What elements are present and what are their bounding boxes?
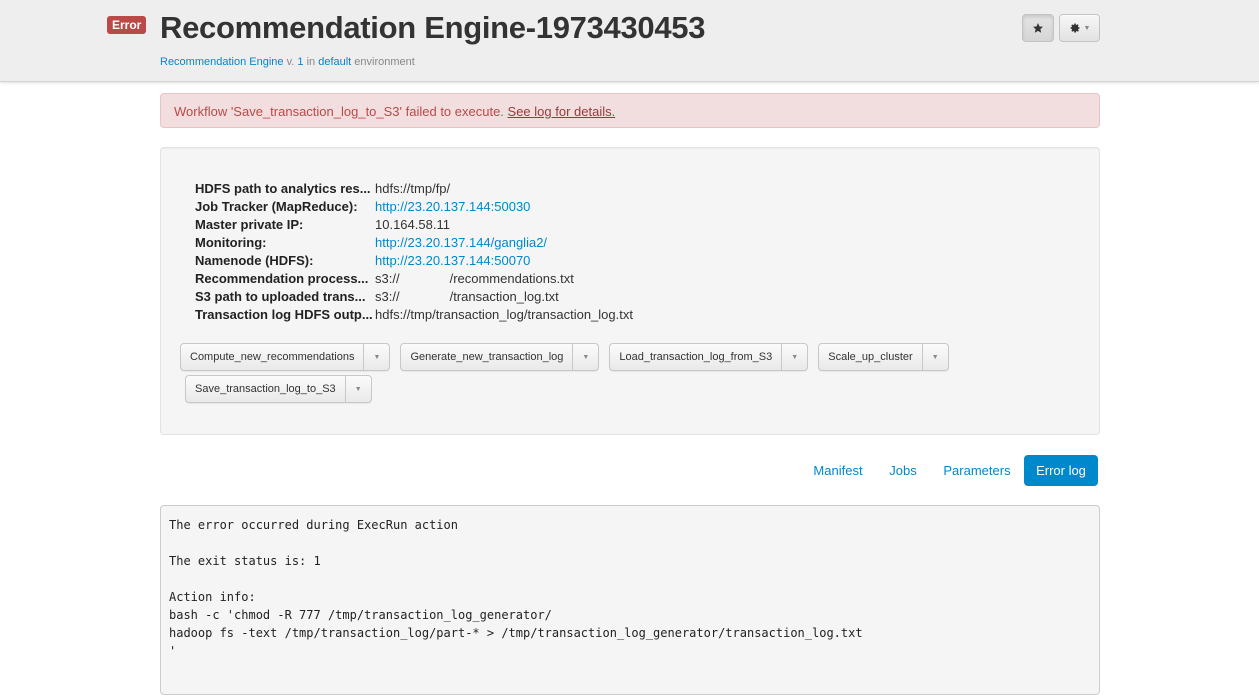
instance-properties-panel: HDFS path to analytics res... hdfs://tmp/… xyxy=(160,147,1100,435)
property-key: Job Tracker (MapReduce): xyxy=(195,199,358,214)
error-log-panel: The error occurred during ExecRun action… xyxy=(160,505,1100,695)
tab-manifest[interactable]: Manifest xyxy=(800,455,876,486)
log-line: bash -c 'chmod -R 777 /tmp/transaction_l… xyxy=(169,608,552,622)
property-row: HDFS path to analytics res... hdfs://tmp/… xyxy=(195,180,633,198)
workflow-buttons-row: Compute_new_recommendations ▼ Generate_new… xyxy=(180,343,949,371)
page-header: Error Recommendation Engine-1973430453 R… xyxy=(0,0,1259,82)
property-row: Namenode (HDFS): http://23.20.137.144:500… xyxy=(195,252,633,270)
environment-link[interactable]: default xyxy=(318,56,351,68)
property-value: 10.164.58.11 xyxy=(375,217,450,232)
env-prefix: in xyxy=(303,56,319,68)
application-link[interactable]: Recommendation Engine xyxy=(160,56,284,68)
property-row: Recommendation process... s3:// /recommend… xyxy=(195,270,633,288)
property-key: Recommendation process... xyxy=(195,271,369,286)
workflow-button[interactable]: Scale_up_cluster ▼ xyxy=(818,343,949,371)
property-row: Monitoring: http://23.20.137.144/ganglia2… xyxy=(195,234,633,252)
property-value-path: /recommendations.txt xyxy=(449,271,574,286)
status-badge: Error xyxy=(107,16,147,34)
settings-dropdown-button[interactable]: ▼ xyxy=(1059,14,1100,42)
log-line: Action info: xyxy=(169,590,256,604)
environment-subtitle: Recommendation Engine v. 1 in default en… xyxy=(160,56,415,68)
chevron-down-icon[interactable]: ▼ xyxy=(921,344,948,370)
workflow-button[interactable]: Compute_new_recommendations ▼ xyxy=(180,343,391,371)
property-key: Master private IP: xyxy=(195,217,304,232)
property-row: Job Tracker (MapReduce): http://23.20.137… xyxy=(195,198,633,216)
chevron-down-icon[interactable]: ▼ xyxy=(363,344,389,370)
gear-icon xyxy=(1070,23,1080,33)
workflow-button-label[interactable]: Save_transaction_log_to_S3 xyxy=(186,376,345,402)
tab-parameters[interactable]: Parameters xyxy=(930,455,1024,486)
log-line: The exit status is: 1 xyxy=(169,554,321,568)
property-value: s3:// /transaction_log.txt xyxy=(375,288,559,306)
workflow-buttons-row: Save_transaction_log_to_S3 ▼ xyxy=(185,375,372,403)
properties-list: HDFS path to analytics res... hdfs://tmp/… xyxy=(195,180,633,324)
log-line: The error occurred during ExecRun action xyxy=(169,518,458,532)
see-log-link[interactable]: See log for details. xyxy=(508,104,616,119)
property-key: Transaction log HDFS outp... xyxy=(195,307,373,322)
workflow-button[interactable]: Generate_new_transaction_log ▼ xyxy=(400,343,600,371)
property-key: S3 path to uploaded trans... xyxy=(195,289,366,304)
chevron-down-icon[interactable]: ▼ xyxy=(781,344,807,370)
detail-tabs: Manifest Jobs Parameters Error log xyxy=(800,455,1100,486)
error-alert: Workflow 'Save_transaction_log_to_S3' fa… xyxy=(160,93,1100,128)
star-icon xyxy=(1033,23,1043,33)
property-key: HDFS path to analytics res... xyxy=(195,181,371,196)
property-row: S3 path to uploaded trans... s3:// /transa… xyxy=(195,288,633,306)
property-row: Transaction log HDFS outp... hdfs://tmp/t… xyxy=(195,306,633,324)
workflow-button-label[interactable]: Load_transaction_log_from_S3 xyxy=(610,344,781,370)
version-prefix: v. xyxy=(283,56,298,68)
chevron-down-icon: ▼ xyxy=(1083,24,1091,32)
workflow-button-label[interactable]: Scale_up_cluster xyxy=(819,344,921,370)
workflow-button-label[interactable]: Generate_new_transaction_log xyxy=(401,344,572,370)
tab-error-log[interactable]: Error log xyxy=(1024,455,1098,486)
property-value-link[interactable]: http://23.20.137.144:50070 xyxy=(375,252,530,270)
chevron-down-icon[interactable]: ▼ xyxy=(572,344,598,370)
page-title: Recommendation Engine-1973430453 xyxy=(160,10,706,45)
property-key: Namenode (HDFS): xyxy=(195,253,314,268)
property-row: Master private IP: 10.164.58.11 xyxy=(195,216,633,234)
workflow-button[interactable]: Save_transaction_log_to_S3 ▼ xyxy=(185,375,372,403)
favorite-button[interactable] xyxy=(1022,14,1054,42)
workflow-button[interactable]: Load_transaction_log_from_S3 ▼ xyxy=(609,343,809,371)
property-key: Monitoring: xyxy=(195,235,267,250)
env-suffix: environment xyxy=(351,56,415,68)
workflow-button-label[interactable]: Compute_new_recommendations xyxy=(181,344,363,370)
property-value-scheme: s3:// xyxy=(375,271,400,286)
property-value-link[interactable]: http://23.20.137.144:50030 xyxy=(375,198,530,216)
log-line: hadoop fs -text /tmp/transaction_log/par… xyxy=(169,626,863,640)
property-value-link[interactable]: http://23.20.137.144/ganglia2/ xyxy=(375,234,547,252)
tab-jobs[interactable]: Jobs xyxy=(878,455,928,486)
property-value-scheme: s3:// xyxy=(375,289,400,304)
chevron-down-icon[interactable]: ▼ xyxy=(344,376,371,402)
property-value: hdfs://tmp/fp/ xyxy=(375,181,451,196)
property-value-path: /transaction_log.txt xyxy=(449,289,559,304)
log-line: ' xyxy=(169,644,177,658)
property-value: s3:// /recommendations.txt xyxy=(375,270,574,288)
property-value: hdfs://tmp/transaction_log/transaction_l… xyxy=(375,307,633,322)
alert-message: Workflow 'Save_transaction_log_to_S3' fa… xyxy=(174,104,508,119)
